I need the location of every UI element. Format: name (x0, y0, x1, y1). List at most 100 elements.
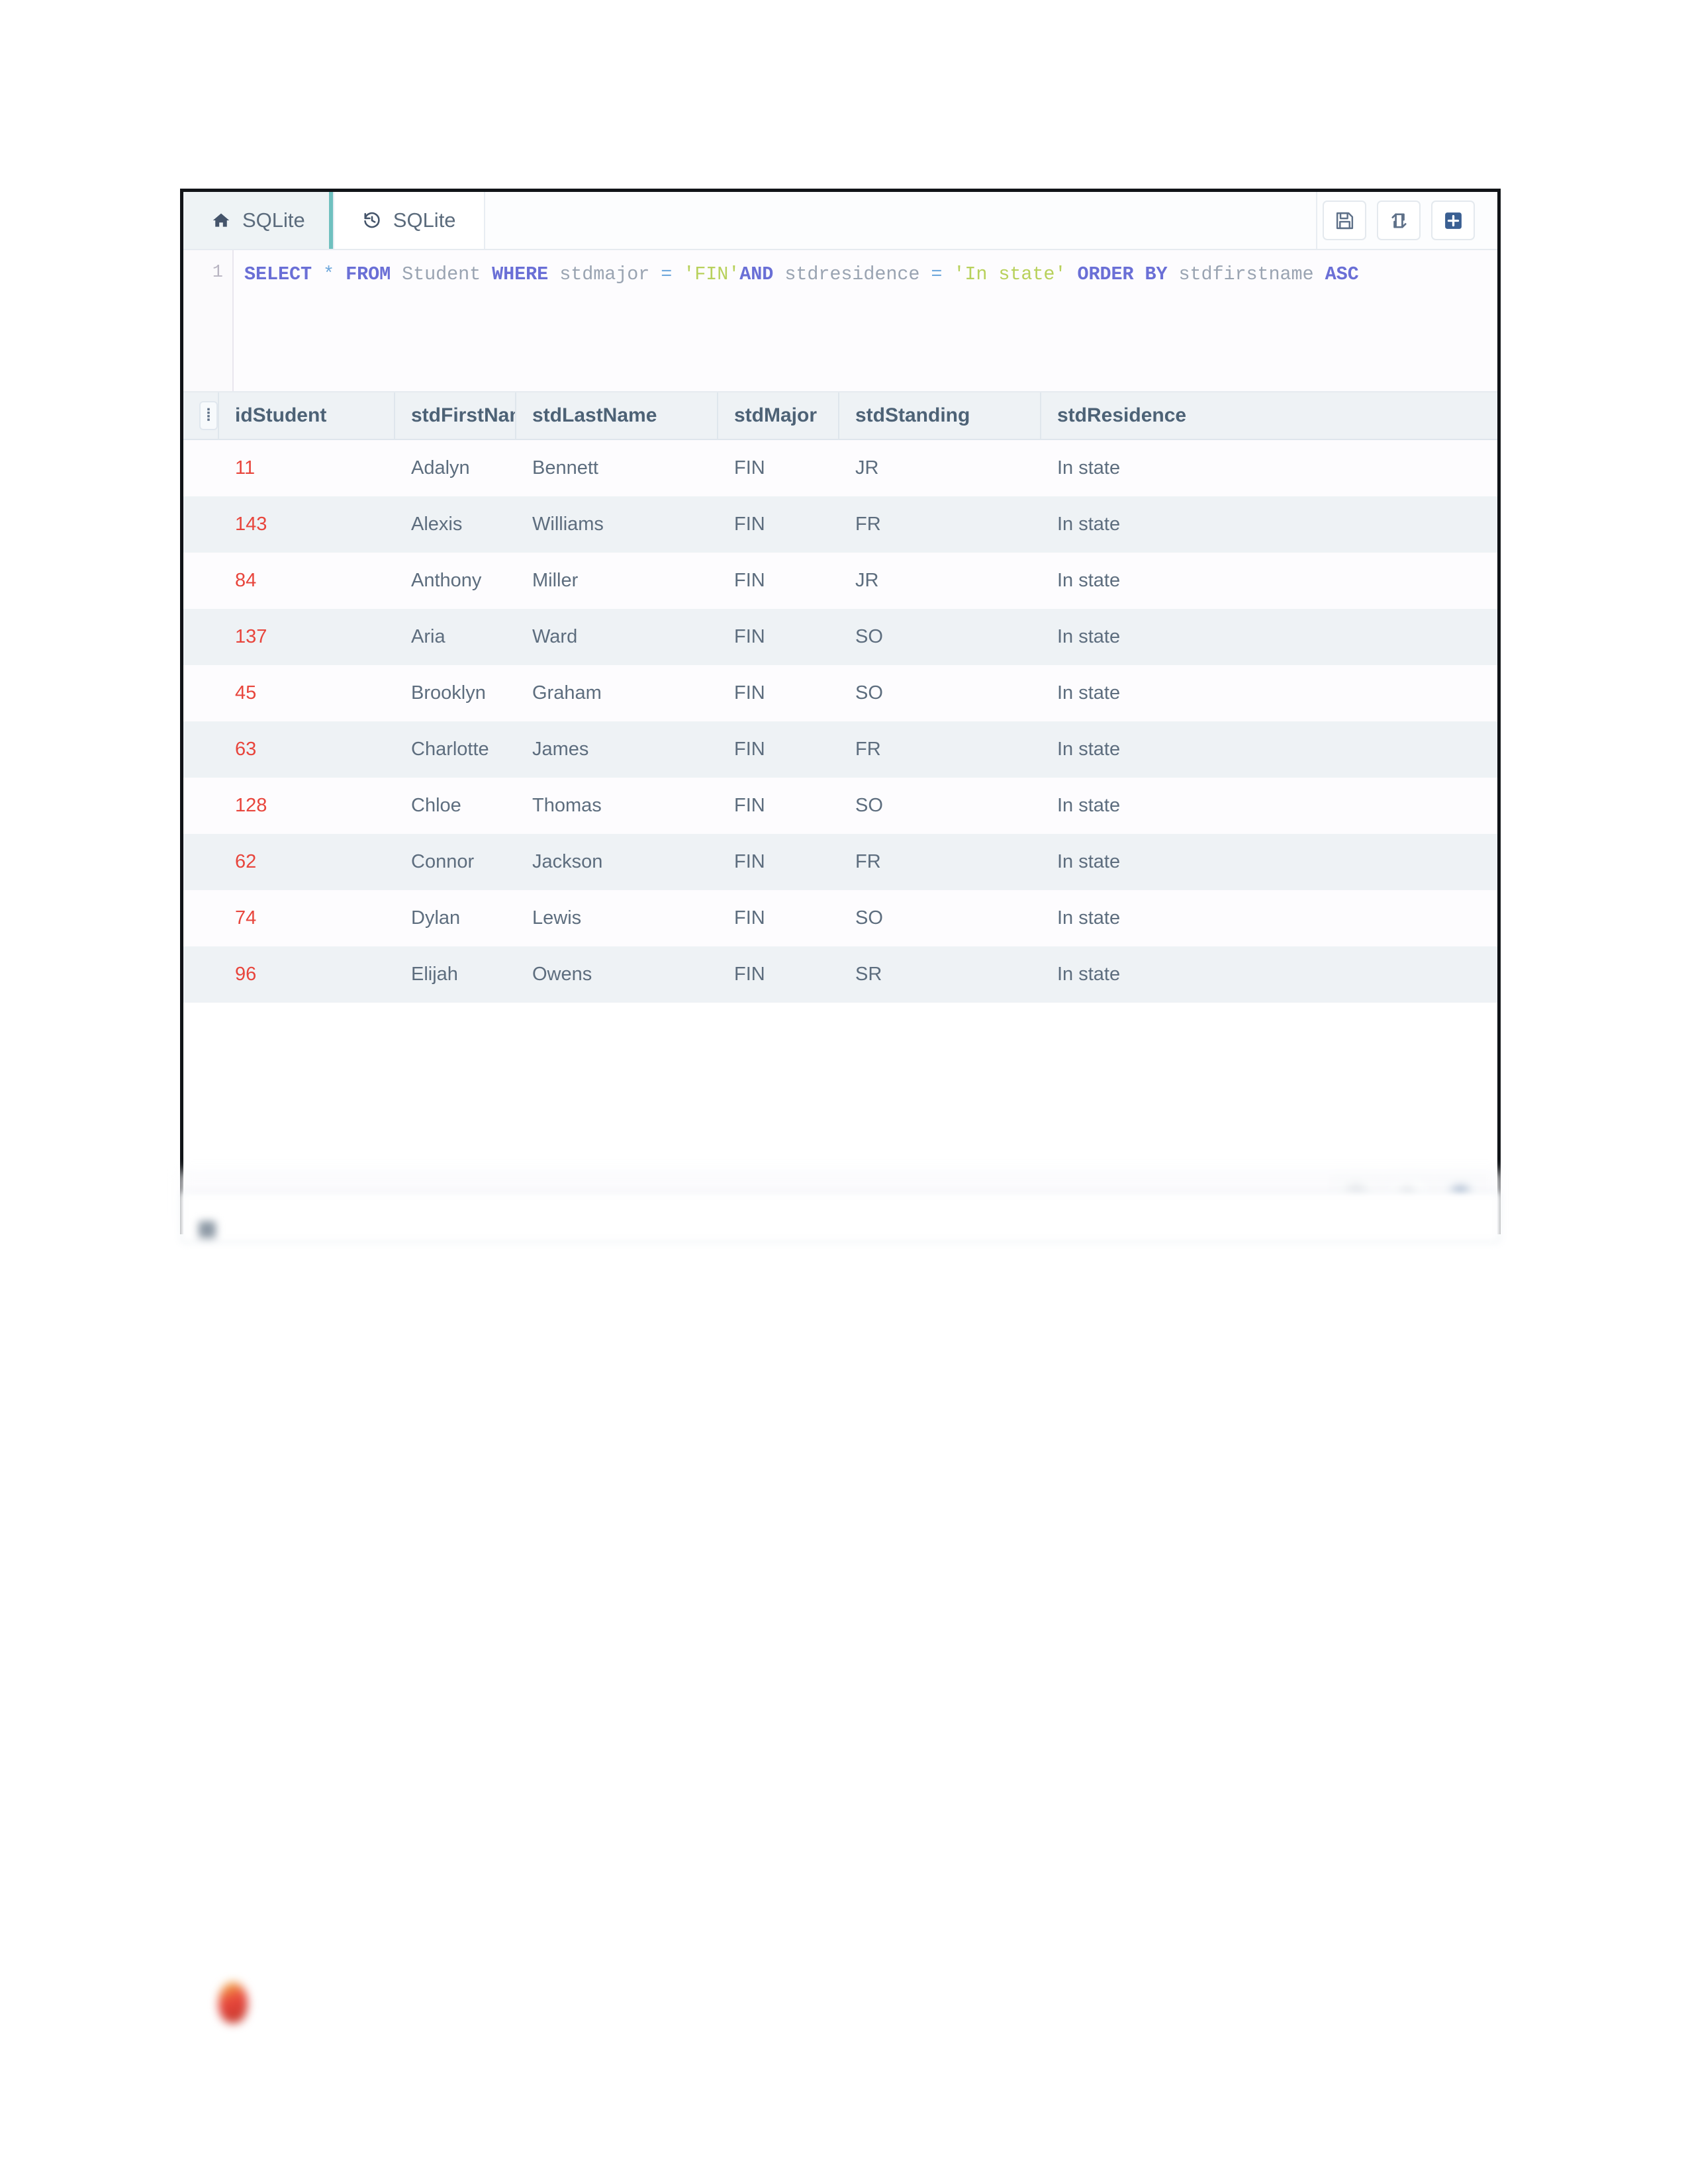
cell-stdfirstname[interactable]: Chloe (395, 778, 516, 834)
table-row[interactable]: 11 Adalyn Bennett FIN JR In state (183, 440, 1497, 496)
cell-stdmajor[interactable]: FIN (718, 609, 839, 665)
table-row[interactable]: 84 Anthony Miller FIN JR In state (183, 553, 1497, 609)
cell-stdstanding[interactable]: SO (839, 665, 1041, 721)
results-grid-header: idStudent stdFirstName stdLastName stdMa… (183, 392, 1497, 440)
sql-token: 'FIN' (683, 263, 740, 285)
tab-sqlite-home[interactable]: SQLite (183, 192, 334, 249)
cell-stdresidence[interactable]: In state (1041, 778, 1243, 834)
table-row[interactable]: 96 Elijah Owens FIN SR In state (183, 946, 1497, 1003)
cell-stdresidence[interactable]: In state (1041, 553, 1243, 609)
cell-idstudent[interactable]: 84 (219, 553, 395, 609)
cell-stdstanding[interactable]: SO (839, 609, 1041, 665)
cell-stdmajor[interactable]: FIN (718, 890, 839, 946)
table-row[interactable]: 137 Aria Ward FIN SO In state (183, 609, 1497, 665)
cell-stdstanding[interactable]: FR (839, 834, 1041, 890)
cell-stdstanding[interactable]: FR (839, 496, 1041, 553)
column-header-stdresidence[interactable]: stdResidence (1041, 392, 1243, 439)
row-gutter (183, 834, 219, 890)
cell-stdstanding[interactable]: FR (839, 721, 1041, 778)
cell-idstudent[interactable]: 74 (219, 890, 395, 946)
column-header-stdmajor[interactable]: stdMajor (718, 392, 839, 439)
cell-idstudent[interactable]: 63 (219, 721, 395, 778)
cell-stdlastname[interactable]: Owens (516, 946, 718, 1003)
sql-editor[interactable]: 1 SELECT * FROM Student WHERE stdmajor =… (183, 250, 1497, 392)
table-row[interactable]: 45 Brooklyn Graham FIN SO In state (183, 665, 1497, 721)
cell-stdlastname[interactable]: Miller (516, 553, 718, 609)
sql-token: BY (1145, 263, 1168, 285)
bottom-input-strip[interactable] (180, 1191, 1501, 1243)
cell-stdresidence[interactable]: In state (1041, 890, 1243, 946)
cell-stdresidence[interactable]: In state (1041, 665, 1243, 721)
table-row[interactable]: 128 Chloe Thomas FIN SO In state (183, 778, 1497, 834)
table-row[interactable]: 63 Charlotte James FIN FR In state (183, 721, 1497, 778)
tab-sqlite-history[interactable]: SQLite (334, 192, 485, 249)
cell-stdstanding[interactable]: JR (839, 440, 1041, 496)
row-gutter (183, 609, 219, 665)
cell-idstudent[interactable]: 137 (219, 609, 395, 665)
home-icon (211, 210, 231, 230)
cell-idstudent[interactable]: 62 (219, 834, 395, 890)
sql-query-text[interactable]: SELECT * FROM Student WHERE stdmajor = '… (234, 250, 1497, 391)
cell-stdmajor[interactable]: FIN (718, 665, 839, 721)
cell-stdfirstname[interactable]: Charlotte (395, 721, 516, 778)
cell-stdresidence[interactable]: In state (1041, 946, 1243, 1003)
add-button[interactable] (1431, 201, 1475, 240)
cell-idstudent[interactable]: 96 (219, 946, 395, 1003)
refresh-exchange-button[interactable] (1377, 201, 1421, 240)
cell-idstudent[interactable]: 45 (219, 665, 395, 721)
cell-stdlastname[interactable]: Graham (516, 665, 718, 721)
history-icon (362, 210, 382, 230)
cell-stdlastname[interactable]: Jackson (516, 834, 718, 890)
cell-stdstanding[interactable]: JR (839, 553, 1041, 609)
cell-stdstanding[interactable]: SO (839, 890, 1041, 946)
cell-idstudent[interactable]: 11 (219, 440, 395, 496)
row-gutter (183, 890, 219, 946)
cell-stdstanding[interactable]: SO (839, 778, 1041, 834)
cell-stdstanding[interactable]: SR (839, 946, 1041, 1003)
cell-idstudent[interactable]: 143 (219, 496, 395, 553)
sql-token: FROM (346, 263, 391, 285)
column-header-idstudent[interactable]: idStudent (219, 392, 395, 439)
column-header-stdlastname[interactable]: stdLastName (516, 392, 718, 439)
cell-stdfirstname[interactable]: Aria (395, 609, 516, 665)
cell-stdfirstname[interactable]: Dylan (395, 890, 516, 946)
cell-stdresidence[interactable]: In state (1041, 609, 1243, 665)
cell-stdmajor[interactable]: FIN (718, 834, 839, 890)
row-gutter (183, 665, 219, 721)
table-row[interactable]: 74 Dylan Lewis FIN SO In state (183, 890, 1497, 946)
cell-stdfirstname[interactable]: Anthony (395, 553, 516, 609)
cell-stdlastname[interactable]: James (516, 721, 718, 778)
cell-stdmajor[interactable]: FIN (718, 553, 839, 609)
cell-stdlastname[interactable]: Lewis (516, 890, 718, 946)
cell-stdresidence[interactable]: In state (1041, 834, 1243, 890)
cell-stdlastname[interactable]: Ward (516, 609, 718, 665)
cell-stdresidence[interactable]: In state (1041, 496, 1243, 553)
column-header-stdstanding[interactable]: stdStanding (839, 392, 1041, 439)
save-button[interactable] (1323, 201, 1366, 240)
cell-stdmajor[interactable]: FIN (718, 440, 839, 496)
cell-stdlastname[interactable]: Williams (516, 496, 718, 553)
cell-stdmajor[interactable]: FIN (718, 496, 839, 553)
cell-stdmajor[interactable]: FIN (718, 721, 839, 778)
cell-stdlastname[interactable]: Bennett (516, 440, 718, 496)
cell-stdfirstname[interactable]: Connor (395, 834, 516, 890)
column-menu-button[interactable] (183, 392, 219, 439)
cell-stdfirstname[interactable]: Alexis (395, 496, 516, 553)
cell-idstudent[interactable]: 128 (219, 778, 395, 834)
column-header-stdfirstname[interactable]: stdFirstName (395, 392, 516, 439)
cell-stdfirstname[interactable]: Adalyn (395, 440, 516, 496)
cell-stdfirstname[interactable]: Elijah (395, 946, 516, 1003)
cell-stdmajor[interactable]: FIN (718, 946, 839, 1003)
cell-stdresidence[interactable]: In state (1041, 440, 1243, 496)
sql-token: AND (739, 263, 774, 285)
cell-stdfirstname[interactable]: Brooklyn (395, 665, 516, 721)
cell-stdmajor[interactable]: FIN (718, 778, 839, 834)
sql-token: ORDER (1077, 263, 1134, 285)
table-row[interactable]: 62 Connor Jackson FIN FR In state (183, 834, 1497, 890)
row-gutter (183, 553, 219, 609)
table-row[interactable]: 143 Alexis Williams FIN FR In state (183, 496, 1497, 553)
cell-stdlastname[interactable]: Thomas (516, 778, 718, 834)
cell-stdresidence[interactable]: In state (1041, 721, 1243, 778)
